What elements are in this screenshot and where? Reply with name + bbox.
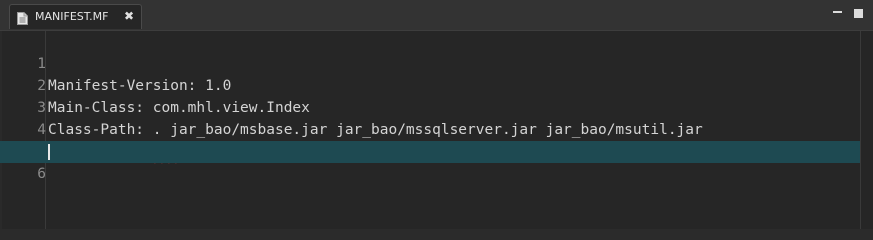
code-line[interactable]: 1 Manifest-Version: 1.0 [0,31,860,94]
current-line[interactable]: 6 [0,141,860,182]
line-number: 6 [37,166,46,182]
text-caret [48,144,50,160]
editor-window: MANIFEST.MF ✖ 1 Manifest-Version: 1.0 2 … [0,0,873,229]
code-line[interactable]: 3 Class-Path: . jar_bao/msbase.jar jar_b… [0,75,860,138]
code-line[interactable]: 4 Created-By: zcc [0,97,860,160]
code-line[interactable]: 2 Main-Class: com.mhl.view.Index [0,53,860,116]
tab-bar: MANIFEST.MF ✖ [0,0,873,31]
window-controls [833,8,863,18]
file-icon [17,10,28,25]
code-line[interactable]: 5 [0,119,860,160]
minimize-icon[interactable] [833,8,842,18]
tab-manifest[interactable]: MANIFEST.MF ✖ [9,4,142,29]
tab-label: MANIFEST.MF [35,10,109,23]
maximize-icon[interactable] [854,9,863,18]
print-margin-ruler [860,31,861,229]
close-icon[interactable]: ✖ [123,10,135,22]
